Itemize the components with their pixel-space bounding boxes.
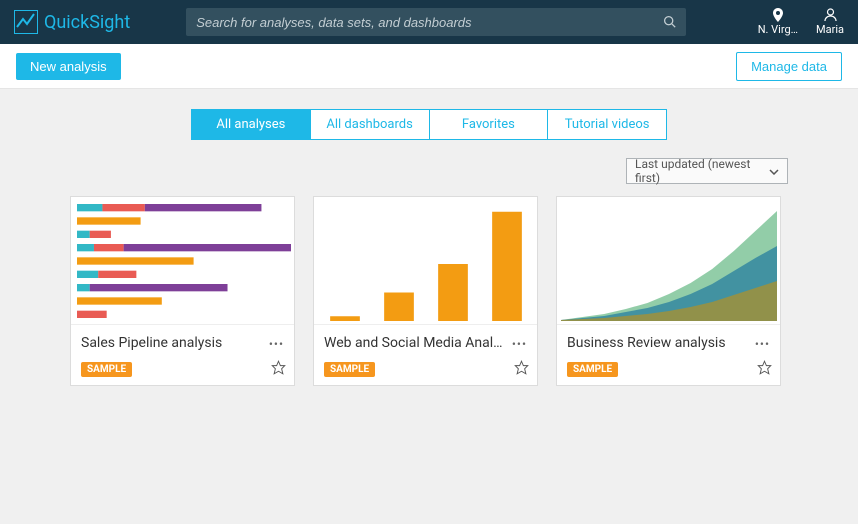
sample-badge: SAMPLE — [81, 362, 132, 377]
region-label: N. Virg… — [758, 23, 798, 36]
search-bar[interactable] — [186, 8, 686, 36]
sample-badge: SAMPLE — [324, 362, 375, 377]
analysis-card[interactable]: Web and Social Media Anal… SAMPLE ••• — [313, 196, 538, 386]
card-title: Sales Pipeline analysis — [81, 335, 261, 351]
top-bar: QuickSight N. Virg… Maria — [0, 0, 858, 44]
quicksight-logo-icon — [14, 10, 38, 34]
favorite-star-icon[interactable] — [757, 360, 772, 379]
tab-all-analyses[interactable]: All analyses — [192, 110, 310, 139]
favorite-star-icon[interactable] — [271, 360, 286, 379]
card-title: Business Review analysis — [567, 335, 747, 351]
user-menu[interactable]: Maria — [816, 8, 844, 36]
card-more-button[interactable]: ••• — [755, 337, 770, 351]
region-selector[interactable]: N. Virg… — [758, 8, 798, 36]
favorite-star-icon[interactable] — [514, 360, 529, 379]
new-analysis-button[interactable]: New analysis — [16, 53, 121, 80]
search-input[interactable] — [196, 15, 663, 30]
user-icon — [824, 8, 837, 22]
sort-dropdown[interactable]: Last updated (newest first) — [626, 158, 788, 184]
card-thumbnail — [71, 197, 294, 325]
card-thumbnail — [557, 197, 780, 325]
toolbar: New analysis Manage data — [0, 44, 858, 89]
tabs: All analyses All dashboards Favorites Tu… — [191, 109, 667, 140]
card-grid: Sales Pipeline analysis SAMPLE ••• Web a… — [70, 196, 788, 386]
card-thumbnail — [314, 197, 537, 325]
search-icon[interactable] — [663, 13, 676, 32]
analysis-card[interactable]: Business Review analysis SAMPLE ••• — [556, 196, 781, 386]
brand-name: QuickSight — [44, 12, 130, 33]
sort-selected-label: Last updated (newest first) — [635, 157, 769, 185]
analysis-card[interactable]: Sales Pipeline analysis SAMPLE ••• — [70, 196, 295, 386]
brand-logo[interactable]: QuickSight — [14, 10, 130, 34]
tab-all-dashboards[interactable]: All dashboards — [310, 110, 429, 139]
card-title: Web and Social Media Anal… — [324, 335, 504, 351]
tab-favorites[interactable]: Favorites — [429, 110, 548, 139]
region-pin-icon — [773, 8, 783, 22]
user-label: Maria — [816, 23, 844, 36]
manage-data-button[interactable]: Manage data — [736, 52, 842, 81]
card-more-button[interactable]: ••• — [269, 337, 284, 351]
sample-badge: SAMPLE — [567, 362, 618, 377]
card-more-button[interactable]: ••• — [512, 337, 527, 351]
chevron-down-icon — [769, 164, 779, 178]
tab-tutorial-videos[interactable]: Tutorial videos — [547, 110, 666, 139]
